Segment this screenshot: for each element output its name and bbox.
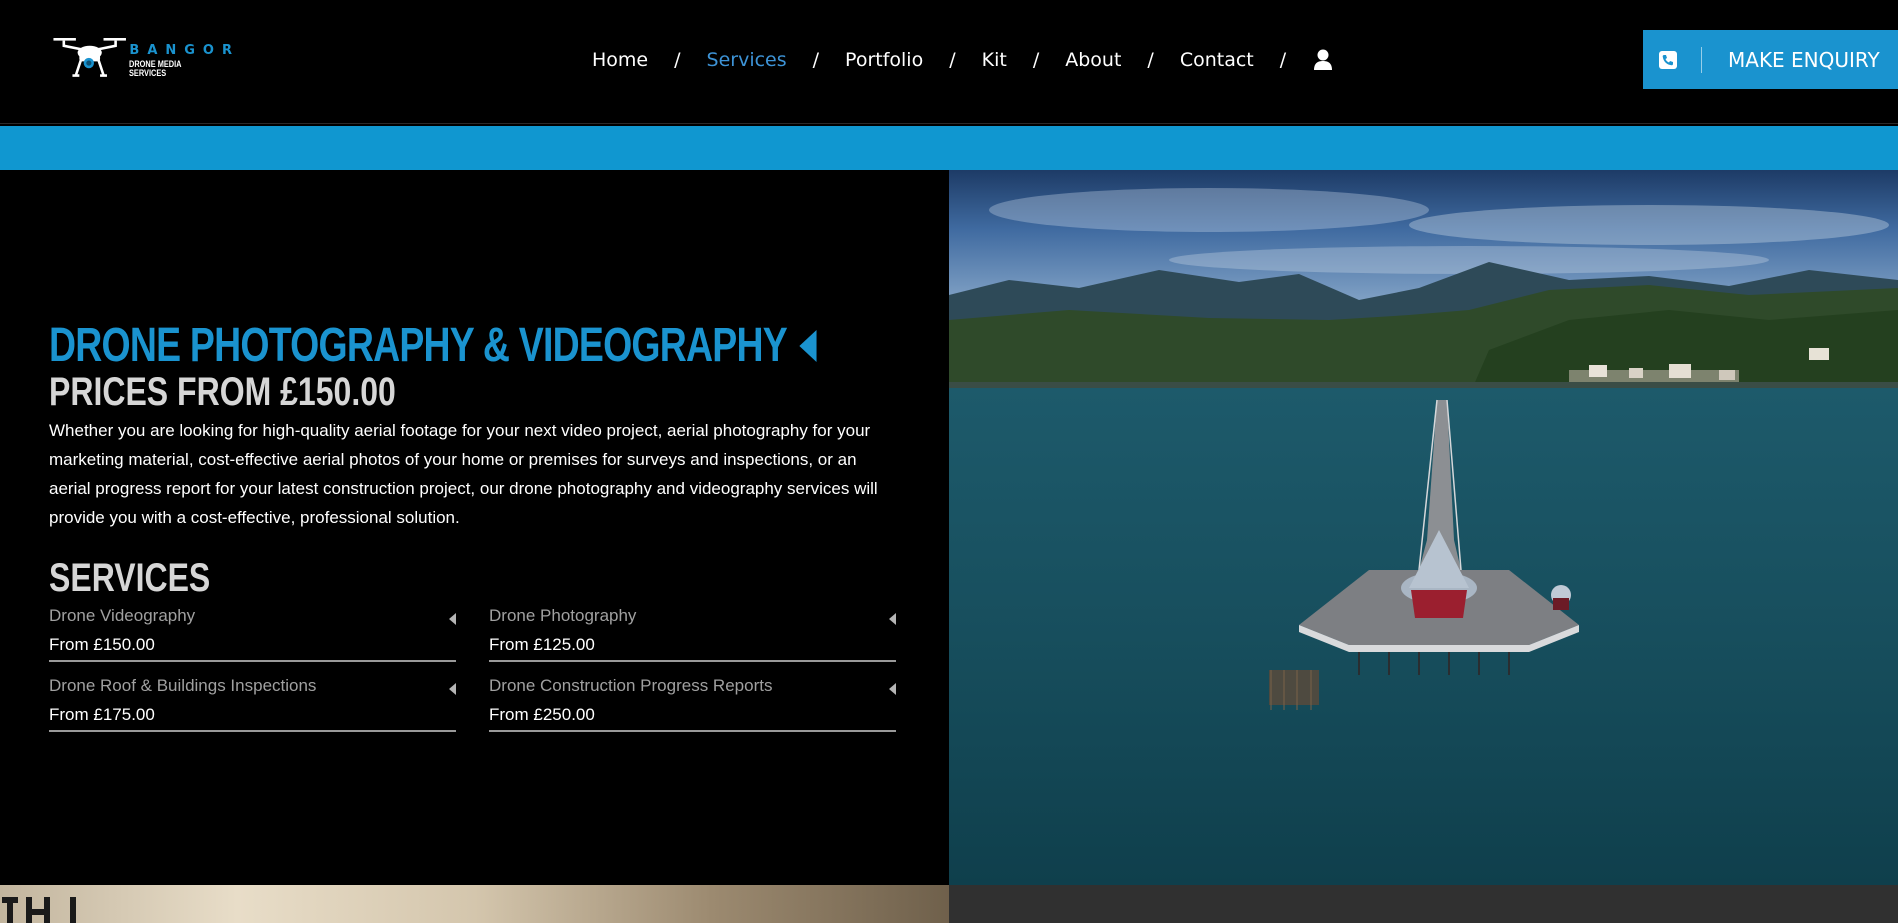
next-section-panel [949,885,1898,923]
services-panel: DRONE PHOTOGRAPHY & VIDEOGRAPHY PRICES F… [0,170,949,885]
page-title: DRONE PHOTOGRAPHY & VIDEOGRAPHY [49,318,817,373]
nav-separator: / [674,49,681,71]
intro-paragraph: Whether you are looking for high-quality… [49,421,878,527]
make-enquiry-label: MAKE ENQUIRY [1728,47,1880,72]
caret-left-icon [889,683,896,695]
caret-left-icon [889,613,896,625]
service-item[interactable]: Drone Videography From £150.00 [49,602,456,662]
next-section-image [0,885,949,923]
drone-logo-icon [53,38,126,77]
nav-kit[interactable]: Kit [982,49,1007,71]
service-name: Drone Photography [489,606,637,625]
service-name: Drone Construction Progress Reports [489,676,773,695]
nav-separator: / [812,49,820,71]
service-price: From £150.00 [49,635,155,654]
price-subtitle: PRICES FROM £150.00 [49,370,396,414]
nav-services[interactable]: Services [707,49,787,71]
button-divider [1701,46,1702,73]
nav-contact[interactable]: Contact [1180,49,1254,71]
nav-separator: / [1279,49,1287,71]
hero-photo-pier [949,170,1898,885]
caret-left-icon [449,683,456,695]
nav-portfolio[interactable]: Portfolio [845,49,923,71]
service-name: Drone Videography [49,606,196,625]
brand-tagline: DRONE MEDIA SERVICES [129,59,182,78]
user-icon[interactable] [1314,49,1333,71]
services-heading: SERVICES [49,556,211,600]
nav-separator: / [1147,49,1154,71]
nav-about[interactable]: About [1065,49,1121,71]
brand-name: BANGOR [129,43,240,58]
main-nav: Home / Services / Portfolio / Kit / Abou… [592,44,1333,76]
signboard-graphic [0,889,200,923]
nav-separator: / [1032,49,1040,71]
service-item[interactable]: Drone Photography From £125.00 [489,602,896,662]
service-price: From £125.00 [489,635,595,654]
nav-separator: / [949,49,956,71]
page-title-text: DRONE PHOTOGRAPHY & VIDEOGRAPHY [49,319,788,372]
service-price: From £250.00 [489,705,595,724]
accent-band [0,126,1898,170]
service-item[interactable]: Drone Roof & Buildings Inspections From … [49,672,456,732]
caret-left-icon [449,613,456,625]
service-price: From £175.00 [49,705,155,724]
caret-left-icon [799,329,817,362]
phone-icon [1657,49,1679,71]
site-header: BANGOR DRONE MEDIA SERVICES Home / Servi… [0,0,1898,124]
service-item[interactable]: Drone Construction Progress Reports From… [489,672,896,732]
service-name: Drone Roof & Buildings Inspections [49,676,317,695]
nav-home[interactable]: Home [592,49,648,71]
site-logo[interactable]: BANGOR DRONE MEDIA SERVICES [50,32,240,82]
make-enquiry-button[interactable]: MAKE ENQUIRY [1643,30,1898,89]
